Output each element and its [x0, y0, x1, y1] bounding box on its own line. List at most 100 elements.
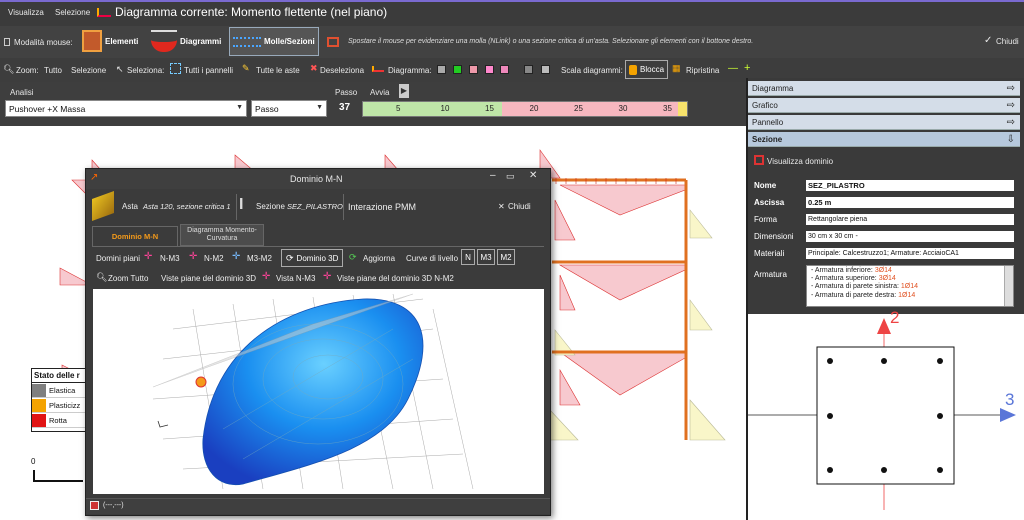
- blocca-label: Blocca: [640, 65, 665, 74]
- passo-select[interactable]: Passo ▼: [251, 100, 327, 117]
- diagram-color-green[interactable]: [453, 65, 462, 74]
- level-m2-label: M2: [500, 253, 512, 262]
- zoom-tutto-button[interactable]: Zoom Tutto: [108, 274, 148, 283]
- dominio-3d-button[interactable]: ⟳ Dominio 3D: [281, 249, 344, 267]
- pencil-icon: ✎: [242, 63, 250, 73]
- interazione-label: Interazione PMM: [348, 202, 417, 212]
- elementi-button[interactable]: Elementi: [82, 28, 138, 54]
- scale-bar: [33, 470, 83, 482]
- level-n-button[interactable]: N: [461, 249, 475, 265]
- diagram-color-stripe[interactable]: [541, 65, 550, 74]
- diagram-color-pink[interactable]: [469, 65, 478, 74]
- viste-n-m2-button[interactable]: Viste piane del dominio 3D N-M2: [337, 274, 454, 283]
- level-m2-button[interactable]: M2: [497, 249, 515, 265]
- legend-label: Plasticizz: [49, 400, 81, 410]
- n-m2-button[interactable]: N-M2: [204, 254, 224, 263]
- molle-sezioni-button[interactable]: Molle/Sezioni: [229, 27, 319, 56]
- tab-momento-curvatura[interactable]: Diagramma Momento-Curvatura: [180, 224, 264, 246]
- ripristina-button[interactable]: Ripristina: [686, 66, 719, 75]
- armatura-line: - Armatura inferiore: 3Ø14: [811, 267, 1009, 275]
- panel-tab-pannello[interactable]: Pannello ⇨: [748, 115, 1020, 130]
- zoom-selezione-button[interactable]: Selezione: [71, 66, 106, 75]
- diagramma-label: Diagramma:: [388, 66, 432, 75]
- sezione-value: SEZ_PILASTRO: [287, 202, 343, 211]
- dialog-chiudi-button[interactable]: Chiudi: [508, 202, 531, 211]
- domain-3d-view[interactable]: [93, 289, 544, 494]
- lock-icon: [629, 64, 637, 75]
- chevron-down-icon: ▼: [316, 104, 323, 111]
- domain-3d-drawing: [152, 293, 474, 490]
- tutte-aste-button[interactable]: Tutte le aste: [256, 66, 300, 75]
- dialog-close-icon: ✕: [498, 202, 505, 211]
- divider: [236, 194, 237, 220]
- legend-items: Elastica Plasticizz Rotta: [32, 383, 88, 428]
- minimize-button[interactable]: –: [490, 170, 496, 181]
- expand-icon: ⇨: [1006, 100, 1015, 111]
- zoom-label: Zoom:: [16, 66, 39, 75]
- panel-tab-sezione[interactable]: Sezione ⇩: [748, 132, 1020, 147]
- diagram-color-grey[interactable]: [437, 65, 446, 74]
- chiudi-mode-button[interactable]: Chiudi: [996, 37, 1019, 46]
- panel-tab-label: Diagramma: [752, 84, 794, 93]
- avvia-label: Avvia: [370, 88, 390, 97]
- field-label: Forma: [754, 215, 778, 224]
- field-value: 30 cm x 30 cm -: [806, 231, 1014, 242]
- menu-selezione[interactable]: Selezione: [55, 8, 90, 17]
- viste-piane-3d-button[interactable]: Viste piane del dominio 3D: [161, 274, 256, 283]
- field-value: SEZ_PILASTRO: [806, 180, 1014, 191]
- panel-tab-label: Pannello: [752, 118, 784, 127]
- aggiorna-icon: ⟳: [349, 252, 357, 262]
- section-rect: [816, 346, 955, 485]
- app-icon: ↗: [90, 172, 99, 183]
- field-value: Rettangolare piena: [806, 214, 1014, 225]
- deseleziona-button[interactable]: Deseleziona: [320, 66, 364, 75]
- vista-n-m3-button[interactable]: Vista N-M3: [276, 274, 315, 283]
- visualizza-dominio-button[interactable]: Visualizza dominio: [767, 157, 833, 166]
- panel-tab-grafico[interactable]: Grafico ⇨: [748, 98, 1020, 113]
- field-label: Dimensioni: [754, 232, 794, 241]
- tab-dominio-mn[interactable]: Dominio M-N: [92, 226, 178, 246]
- zoom-tutto-button[interactable]: Tutto: [44, 66, 62, 75]
- cursor-icon: ↖: [116, 64, 124, 74]
- section-cross-drawing: [748, 318, 1016, 510]
- diagrammi-button[interactable]: Diagrammi: [151, 28, 221, 54]
- legend-title: Stato delle r: [32, 369, 88, 383]
- diagram-color-hatch[interactable]: [524, 65, 533, 74]
- diagram-color-pink2[interactable]: [485, 65, 494, 74]
- m3-m2-button[interactable]: M3-M2: [247, 254, 272, 263]
- molle-label: Molle/Sezioni: [264, 37, 315, 46]
- n-m3-button[interactable]: N-M3: [160, 254, 180, 263]
- vista-n-m3-icon: ✛: [262, 271, 271, 282]
- maximize-button[interactable]: ▭: [506, 171, 515, 182]
- legend-item: Plasticizz: [32, 398, 88, 413]
- aggiorna-button[interactable]: Aggiorna: [363, 254, 395, 263]
- checkmark-icon: ✓: [984, 35, 993, 46]
- domini-piani-label: Domini piani: [96, 254, 141, 263]
- menu-visualizza[interactable]: Visualizza: [8, 8, 44, 17]
- armatura-scrollbar[interactable]: [1004, 266, 1013, 306]
- level-m3-button[interactable]: M3: [477, 249, 495, 265]
- scale-up-icon[interactable]: +: [744, 62, 750, 74]
- close-window-button[interactable]: ✕: [529, 170, 537, 181]
- slider-tick-label: 5: [396, 104, 401, 113]
- chevron-down-icon: ▼: [236, 104, 243, 111]
- dominio-3d-label: Dominio 3D: [296, 253, 339, 263]
- dialog-title: Dominio M-N: [290, 174, 343, 184]
- slider-tick-label: 20: [529, 104, 539, 113]
- panel-tab-diagramma[interactable]: Diagramma ⇨: [748, 81, 1020, 96]
- field-label: Nome: [754, 181, 777, 190]
- viste-n-m2-icon: ✛: [323, 271, 332, 282]
- tutti-pannelli-button[interactable]: Tutti i pannelli: [184, 66, 233, 75]
- legend-swatch: [32, 413, 46, 427]
- slider-tick-label: 10: [440, 104, 450, 113]
- analisi-select[interactable]: Pushover +X Massa ▼: [5, 100, 247, 117]
- slider-tick-label: 35: [663, 104, 672, 113]
- moment-diagram-icon: [97, 8, 111, 17]
- play-button[interactable]: ▶: [399, 84, 409, 98]
- blocca-button[interactable]: Blocca: [625, 60, 669, 79]
- panel-tab-label: Grafico: [752, 101, 778, 110]
- current-point: [195, 376, 207, 388]
- diagram-color-pink3[interactable]: [500, 65, 509, 74]
- scale-down-icon[interactable]: —: [728, 63, 738, 74]
- passo-label: Passo: [335, 88, 358, 97]
